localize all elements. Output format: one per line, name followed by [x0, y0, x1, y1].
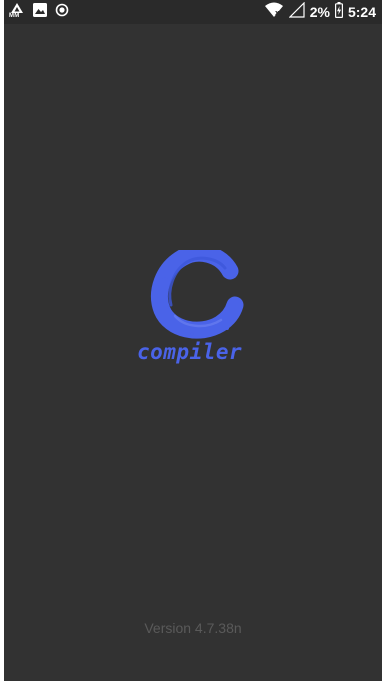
- app-name-logo: compiler: [137, 340, 243, 364]
- status-bar-left: MM: [9, 2, 69, 22]
- version-label: Version 4.7.38n: [144, 620, 242, 636]
- signal-icon: [288, 1, 305, 23]
- image-icon: [33, 2, 47, 22]
- svg-text:x: x: [275, 9, 280, 17]
- mm-label: MM: [9, 13, 20, 19]
- clock-time: 5:24: [347, 4, 376, 20]
- status-bar-right: x 2% 5:24: [264, 1, 376, 23]
- splash-screen: MM x 2% 5:24 compiler Version 4.7.38n: [4, 0, 382, 681]
- record-icon: [55, 3, 69, 22]
- battery-icon: [334, 1, 343, 23]
- mm-icon: MM: [9, 3, 25, 21]
- wifi-icon: x: [264, 2, 284, 23]
- battery-percent: 2%: [309, 4, 330, 20]
- status-bar: MM x 2% 5:24: [4, 0, 382, 24]
